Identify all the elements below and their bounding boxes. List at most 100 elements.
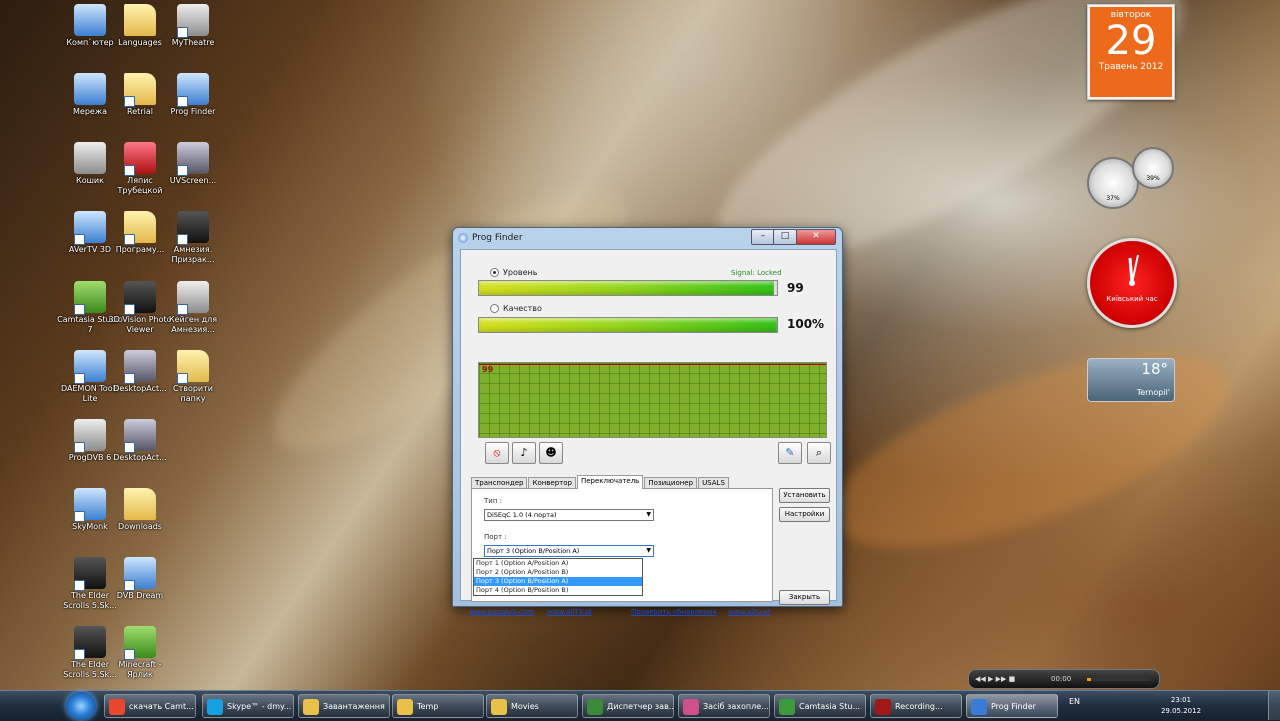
install-button[interactable]: Установить — [779, 488, 830, 503]
cpu-meter-value: 37% — [1106, 195, 1120, 202]
type-select[interactable]: DiSEqC 1.0 (4 порта) ▼ — [484, 509, 654, 521]
quality-radio[interactable]: Качество — [490, 304, 542, 313]
taskbar-item-label: Завантаження — [323, 702, 385, 711]
link-alltv-lower[interactable]: www.alltv.at — [728, 608, 771, 616]
desktop-app-icon — [74, 281, 106, 315]
maximize-button[interactable]: □ — [773, 229, 797, 245]
taskbar: скачать Camt... Skype™ - dmy... Завантажен… — [0, 690, 1280, 721]
weather-gadget[interactable]: 18° Ternopil' — [1087, 358, 1175, 402]
desktop-icon[interactable]: Downloads — [107, 488, 173, 532]
desktop-icon[interactable]: Minecraft - Ярлик — [107, 626, 173, 680]
title-bar[interactable]: Prog Finder – □ ✕ — [453, 228, 842, 248]
taskbar-item[interactable]: Movies — [486, 694, 578, 718]
media-player-bar[interactable]: ◀◀ ▶ ▶▶ ■ 00:00 — [968, 669, 1160, 689]
port-option[interactable]: Порт 3 (Option B/Position A) — [474, 577, 642, 586]
level-radio[interactable]: Уровень — [490, 268, 537, 277]
close-window-button[interactable]: ✕ — [796, 229, 836, 245]
desktop-icon[interactable]: DesktopAct... — [107, 419, 173, 463]
link-check-updates[interactable]: Проверить обновления — [631, 608, 717, 616]
port-option[interactable]: Порт 1 (Option A/Position A) — [474, 559, 642, 568]
search-button[interactable]: ⌕ — [807, 442, 831, 464]
tray-date: 29.05.2012 — [1160, 707, 1202, 715]
satellite-icon: ✎ — [785, 446, 795, 459]
clock-gadget[interactable]: Київський час — [1087, 238, 1177, 328]
port-dropdown-list[interactable]: Порт 1 (Option A/Position A) Порт 2 (Opti… — [473, 558, 643, 596]
quality-bar — [478, 317, 778, 333]
chevron-down-icon: ▼ — [646, 511, 651, 518]
desktop-app-icon — [74, 350, 106, 384]
port-option[interactable]: Порт 2 (Option A/Position B) — [474, 568, 642, 577]
taskbar-item-label: Skype™ - dmy... — [227, 702, 292, 711]
desktop-app-icon — [124, 557, 156, 591]
tray-clock[interactable]: 23:01 29.05.2012 — [1160, 695, 1202, 717]
taskbar-item[interactable]: Skype™ - dmy... — [202, 694, 294, 718]
taskbar-item-label: Camtasia Stu... — [799, 702, 861, 711]
search-icon: ⌕ — [815, 446, 823, 459]
taskbar-item[interactable]: Camtasia Stu... — [774, 694, 866, 718]
desktop-icon[interactable]: UVScreen... — [160, 142, 226, 186]
minimize-button[interactable]: – — [751, 229, 775, 245]
desktop-app-icon — [74, 557, 106, 591]
graph-line — [479, 364, 826, 365]
type-label: Тип : — [484, 497, 502, 505]
desktop-icon-label: DesktopAct... — [113, 453, 167, 462]
close-button[interactable]: Закрыть — [779, 590, 830, 605]
taskbar-item[interactable]: Temp — [392, 694, 484, 718]
desktop-app-icon — [124, 488, 156, 520]
desktop-app-icon — [74, 419, 106, 453]
media-controls-icon[interactable]: ◀◀ ▶ ▶▶ ■ — [975, 670, 1015, 688]
start-button[interactable] — [66, 692, 96, 720]
mute-button[interactable]: ⦸ — [485, 442, 509, 464]
signal-graph: 99 — [478, 362, 827, 438]
weather-city: Ternopil' — [1136, 388, 1170, 397]
link-alltv[interactable]: www.AllTV.at — [547, 608, 592, 616]
taskbar-item[interactable]: Завантаження — [298, 694, 390, 718]
language-indicator[interactable]: EN — [1069, 697, 1080, 706]
taskbar-item-label: Recording... — [895, 702, 943, 711]
link-progdvb[interactable]: www.progdvb.com — [469, 608, 534, 616]
media-progress[interactable] — [1087, 678, 1151, 681]
taskbar-item[interactable]: Prog Finder — [966, 694, 1058, 718]
sound-button[interactable]: ♪ — [512, 442, 536, 464]
settings-button[interactable]: Настройки — [779, 507, 830, 522]
level-value: 99 — [787, 281, 804, 295]
desktop-icon-label: UVScreen... — [169, 176, 217, 185]
user-icon: ☻ — [545, 446, 557, 459]
calendar-day: 29 — [1105, 18, 1157, 64]
taskbar-app-icon — [491, 699, 507, 715]
taskbar-item[interactable]: Засіб захопле... — [678, 694, 770, 718]
taskbar-item-label: Prog Finder — [991, 702, 1036, 711]
desktop-app-icon — [124, 142, 156, 176]
user-button[interactable]: ☻ — [539, 442, 563, 464]
tray-time: 23:01 — [1170, 696, 1192, 704]
satellite-button[interactable]: ✎ — [778, 442, 802, 464]
taskbar-item-label: Movies — [511, 702, 539, 711]
prog-finder-window[interactable]: Prog Finder – □ ✕ Уровень Signal: Locked… — [452, 227, 843, 616]
mem-meter-gadget[interactable]: 39% — [1132, 147, 1174, 189]
port-option[interactable]: Порт 4 (Option B/Position B) — [474, 586, 642, 595]
desktop-app-icon — [74, 488, 106, 522]
calendar-gadget[interactable]: вівторок 29 Травень 2012 — [1087, 4, 1175, 100]
clock-hands-icon — [1128, 254, 1139, 286]
desktop-icon-label: Prog Finder — [170, 107, 216, 116]
desktop-icon[interactable]: Створити папку — [160, 350, 226, 404]
taskbar-item-label: Засіб захопле... — [703, 702, 769, 711]
quality-label: Качество — [503, 304, 542, 313]
show-desktop-button[interactable] — [1268, 691, 1280, 720]
desktop-icon[interactable]: Prog Finder — [160, 73, 226, 117]
taskbar-item[interactable]: скачать Camt... — [104, 694, 196, 718]
desktop-app-icon — [74, 142, 106, 174]
chevron-down-icon: ▼ — [646, 547, 651, 554]
desktop-app-icon — [177, 281, 209, 315]
desktop-icon[interactable]: Кейген для Амнезия... — [160, 281, 226, 335]
port-select[interactable]: Порт 3 (Option B/Position A) ▼ — [484, 545, 654, 557]
desktop-icon-label: Кейген для Амнезия... — [168, 315, 218, 334]
taskbar-item[interactable]: Диспетчер зав... — [582, 694, 674, 718]
desktop-icon[interactable]: MyTheatre — [160, 4, 226, 48]
desktop-icon[interactable]: Амнезия. Призрак... — [160, 211, 226, 265]
taskbar-app-icon — [971, 699, 987, 715]
tab-2[interactable]: Переключатель — [576, 475, 644, 489]
desktop-icon[interactable]: DVB Dream — [107, 557, 173, 601]
window-client: Уровень Signal: Locked 99 Качество 100% … — [460, 249, 837, 616]
taskbar-item[interactable]: Recording... — [870, 694, 962, 718]
